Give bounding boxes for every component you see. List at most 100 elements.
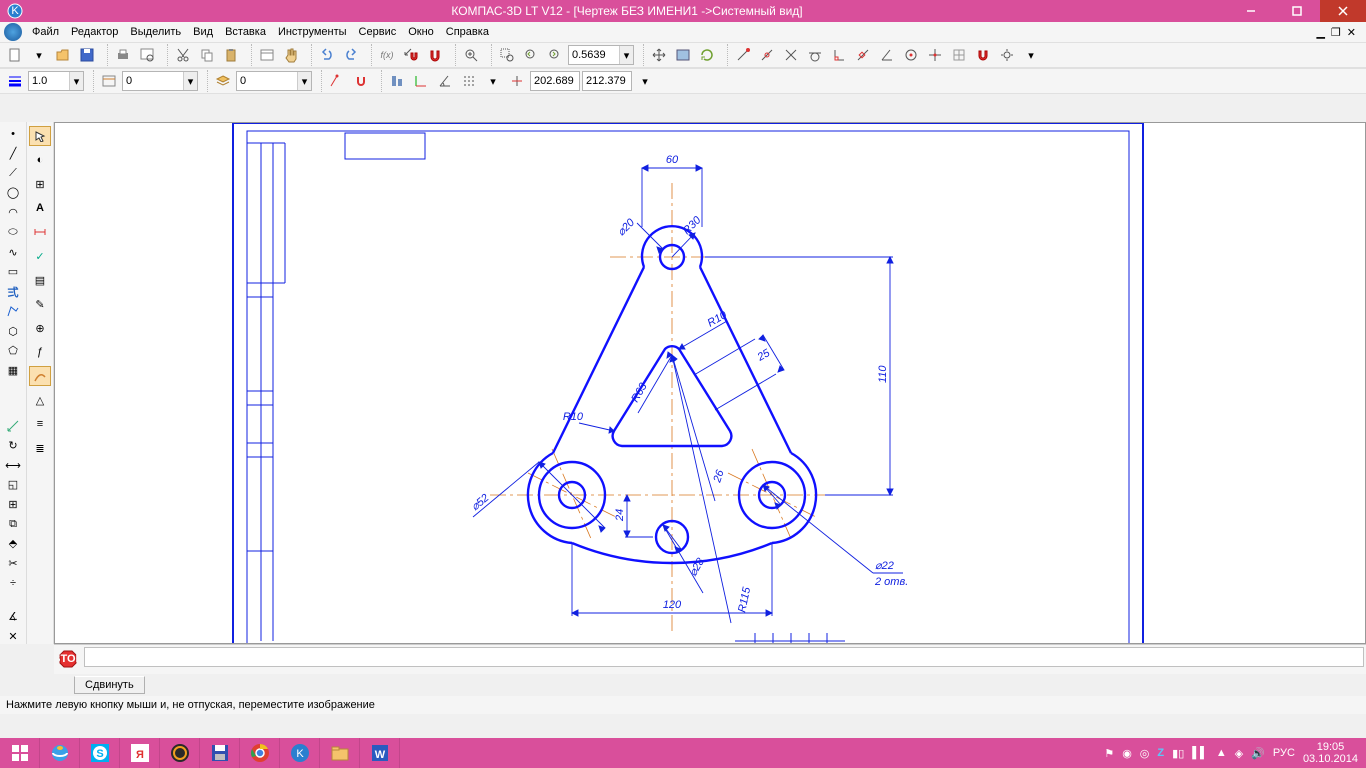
linewidth-icon[interactable] <box>4 70 26 92</box>
task-word[interactable]: W <box>360 738 400 768</box>
menu-service[interactable]: Сервис <box>353 24 403 40</box>
cut-button[interactable] <box>172 44 194 66</box>
tp-geometry[interactable]: ◐ <box>29 150 51 170</box>
close-button[interactable] <box>1320 0 1366 22</box>
new-doc-button[interactable] <box>4 44 26 66</box>
tray-sync-icon[interactable]: ◎ <box>1140 747 1150 760</box>
undo-button[interactable] <box>316 44 338 66</box>
tp-spec[interactable]: ≡ <box>29 414 51 434</box>
app-orb-icon[interactable] <box>4 23 22 41</box>
tp-param[interactable]: ƒ <box>29 342 51 362</box>
snap-center-button[interactable] <box>900 44 922 66</box>
mdi-restore-icon[interactable]: ❐ <box>1331 26 1341 39</box>
properties-button[interactable] <box>256 44 278 66</box>
style-icon[interactable] <box>98 70 120 92</box>
magnet-button[interactable] <box>424 44 446 66</box>
tray-eye-icon[interactable]: ◉ <box>1122 747 1132 760</box>
tray-shield-icon[interactable]: ▲ <box>1216 747 1227 759</box>
new-dropdown[interactable]: ▾ <box>28 44 50 66</box>
coord-x-icon[interactable] <box>506 70 528 92</box>
task-skype[interactable]: S <box>80 738 120 768</box>
menu-select[interactable]: Выделить <box>124 24 187 40</box>
snap-toggle-2[interactable] <box>350 70 372 92</box>
grid-dropdown[interactable]: ▾ <box>482 70 504 92</box>
open-button[interactable] <box>52 44 74 66</box>
cp-spline[interactable]: ∿ <box>2 244 24 260</box>
cp-text[interactable]: 弍 <box>2 284 24 300</box>
zoom-prev-button[interactable] <box>520 44 542 66</box>
cp-copy[interactable]: ⧉ <box>2 516 24 532</box>
zoom-value-input[interactable]: ▾ <box>568 45 634 65</box>
cp-point[interactable]: • <box>2 126 24 142</box>
snap-toggle-1[interactable] <box>326 70 348 92</box>
fx-button[interactable]: f(x) <box>376 44 398 66</box>
snap-intersect-button[interactable] <box>780 44 802 66</box>
tray-volume-icon[interactable]: 🔊 <box>1251 747 1265 760</box>
menu-tools[interactable]: Инструменты <box>272 24 353 40</box>
menu-editor[interactable]: Редактор <box>65 24 124 40</box>
snap-tangent-button[interactable] <box>804 44 826 66</box>
tp-select[interactable] <box>29 126 51 146</box>
paste-button[interactable] <box>220 44 242 66</box>
snap-angle-button[interactable] <box>876 44 898 66</box>
chevron-down-icon[interactable]: ▾ <box>619 46 633 64</box>
menu-view[interactable]: Вид <box>187 24 219 40</box>
tp-grid[interactable]: ⊞ <box>29 174 51 194</box>
menu-help[interactable]: Справка <box>440 24 495 40</box>
snap-mid-button[interactable] <box>756 44 778 66</box>
task-aimp[interactable] <box>160 738 200 768</box>
snap-config-button[interactable] <box>996 44 1018 66</box>
tab-move[interactable]: Сдвинуть <box>74 676 145 694</box>
coord-y-input[interactable] <box>582 71 632 91</box>
tp-curve[interactable] <box>29 366 51 386</box>
snap-point-button[interactable] <box>924 44 946 66</box>
mdi-minimize-icon[interactable]: ▁ <box>1316 26 1324 39</box>
cp-deform[interactable]: ⬘ <box>2 536 24 552</box>
cp-del[interactable]: ✕ <box>2 628 24 644</box>
hand-button[interactable] <box>280 44 302 66</box>
stop-button[interactable]: STOP <box>56 647 80 671</box>
cp-poly[interactable]: ⬠ <box>2 343 24 359</box>
tray-lang[interactable]: РУС <box>1273 747 1295 759</box>
ortho-icon[interactable] <box>386 70 408 92</box>
cp-hex[interactable]: ⬡ <box>2 323 24 339</box>
tp-text[interactable]: A <box>29 198 51 218</box>
tray-nvidia-icon[interactable]: ◈ <box>1235 747 1243 760</box>
snap-perp-button[interactable] <box>828 44 850 66</box>
chevron-down-icon[interactable]: ▾ <box>183 72 197 90</box>
task-chrome[interactable] <box>240 738 280 768</box>
chevron-down-icon[interactable]: ▾ <box>297 72 311 90</box>
cp-rotate[interactable]: ↻ <box>2 438 24 454</box>
tp-lines[interactable]: ≣ <box>29 438 51 458</box>
save-button[interactable] <box>76 44 98 66</box>
layer-input[interactable]: ▾ <box>236 71 312 91</box>
coord-x-input[interactable] <box>530 71 580 91</box>
tray-battery-icon[interactable]: ▮▯ <box>1172 747 1184 760</box>
mdi-close-icon[interactable]: ✕ <box>1347 26 1356 39</box>
tp-hatch[interactable]: ▤ <box>29 270 51 290</box>
zoom-field[interactable] <box>569 46 619 64</box>
cp-table[interactable]: ▦ <box>2 363 24 379</box>
cp-break[interactable]: ÷ <box>2 575 24 591</box>
tp-axis[interactable]: ⊕ <box>29 318 51 338</box>
task-save[interactable] <box>200 738 240 768</box>
cp-move[interactable] <box>2 418 24 434</box>
redo-button[interactable] <box>340 44 362 66</box>
cp-contour[interactable] <box>2 304 24 320</box>
copy-button[interactable] <box>196 44 218 66</box>
zoom-fit-button[interactable] <box>672 44 694 66</box>
tray-clock[interactable]: 19:05 03.10.2014 <box>1303 741 1358 765</box>
tray-flag-icon[interactable]: ⚑ <box>1104 747 1114 760</box>
task-explorer[interactable] <box>320 738 360 768</box>
chevron-down-icon[interactable]: ▾ <box>69 72 83 90</box>
layer-icon[interactable] <box>212 70 234 92</box>
snap-magnet-button[interactable] <box>972 44 994 66</box>
cp-trim[interactable]: ✂ <box>2 556 24 572</box>
snap-end-button[interactable] <box>732 44 754 66</box>
style-input[interactable]: ▾ <box>122 71 198 91</box>
cp-mirror[interactable]: ⟷ <box>2 457 24 473</box>
zoom-next-button[interactable] <box>544 44 566 66</box>
tray-z-icon[interactable]: Z <box>1157 747 1164 759</box>
snap-near-button[interactable] <box>852 44 874 66</box>
cp-circle[interactable]: ◯ <box>2 185 24 201</box>
